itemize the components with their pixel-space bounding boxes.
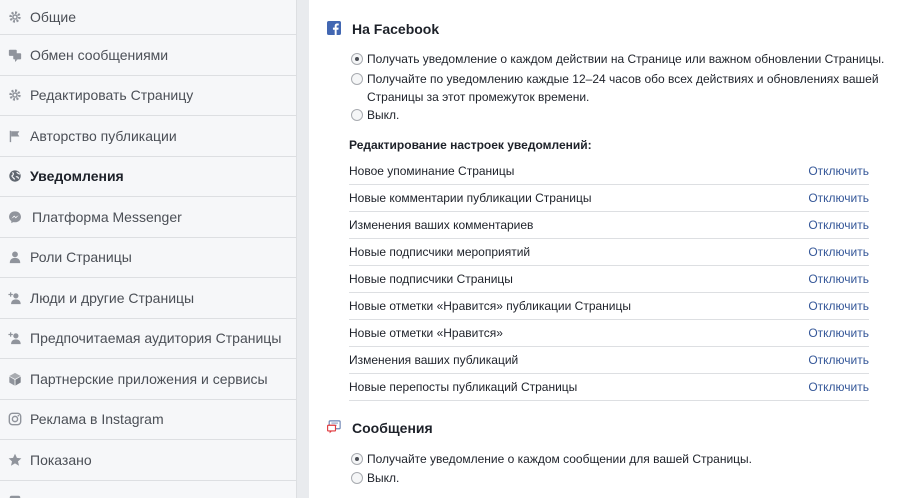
setting-row-comment-edits: Изменения ваших комментариев Отключить: [349, 212, 869, 239]
setting-row-event-followers: Новые подписчики мероприятий Отключить: [349, 239, 869, 266]
sidebar-item-label: Общие: [30, 9, 77, 25]
radio-button[interactable]: [351, 53, 363, 65]
person-add-icon: [8, 331, 22, 345]
radio-button[interactable]: [351, 453, 363, 465]
gear-icon: [8, 88, 22, 102]
globe-icon: [8, 169, 22, 183]
messages-section-title: Сообщения: [327, 420, 433, 436]
setting-row-post-likes: Новые отметки «Нравится» публикации Стра…: [349, 293, 869, 320]
person-icon: [8, 250, 22, 264]
setting-label: Изменения ваших публикаций: [349, 353, 519, 367]
messages-option-every-message[interactable]: Получайте уведомление о каждом сообщении…: [351, 450, 752, 468]
sidebar-item-label: Показано: [30, 451, 92, 468]
notifications-panel: На Facebook Получать уведомление о каждо…: [309, 0, 918, 498]
sidebar-item-label: Редактировать Страницу: [30, 87, 194, 104]
radio-button[interactable]: [351, 73, 363, 85]
setting-label: Новое упоминание Страницы: [349, 164, 515, 178]
setting-row-post-edits: Изменения ваших публикаций Отключить: [349, 347, 869, 374]
setting-label: Новые комментарии публикации Страницы: [349, 191, 592, 205]
facebook-icon: [327, 21, 341, 35]
notification-settings-list: Новое упоминание Страницы Отключить Новы…: [349, 158, 869, 401]
facebook-option-digest[interactable]: Получайте по уведомлению каждые 12–24 ча…: [351, 70, 907, 106]
cropped-icon: [8, 494, 22, 498]
sidebar-item-label: Партнерские приложения и сервисы: [30, 370, 268, 387]
facebook-section-title: На Facebook: [327, 21, 440, 37]
disable-link[interactable]: Отключить: [808, 218, 869, 232]
sidebar-item-label: Роли Страницы: [30, 249, 132, 266]
setting-label: Новые перепосты публикаций Страницы: [349, 380, 578, 394]
radio-label: Получайте по уведомлению каждые 12–24 ча…: [367, 72, 879, 104]
sidebar-item-label: Реклама в Instagram: [30, 411, 164, 428]
radio-label: Выкл.: [367, 108, 400, 122]
disable-link[interactable]: Отключить: [808, 299, 869, 313]
radio-label: Получать уведомление о каждом действии н…: [367, 52, 885, 66]
facebook-option-off[interactable]: Выкл.: [351, 106, 399, 124]
radio-button[interactable]: [351, 472, 363, 484]
setting-label: Новые отметки «Нравится»: [349, 326, 503, 340]
setting-row-page-mention: Новое упоминание Страницы Отключить: [349, 158, 869, 185]
sidebar-item-label: Люди и другие Страницы: [30, 289, 195, 306]
sidebar-item-preferred-audience[interactable]: Предпочитаемая аудитория Страницы: [0, 319, 296, 359]
section-title-text: Сообщения: [352, 420, 433, 436]
sidebar-item-label: Уведомления: [30, 168, 124, 185]
person-add-icon: [8, 291, 22, 305]
radio-label: Выкл.: [367, 471, 400, 485]
star-icon: [8, 453, 22, 467]
messenger-icon: [8, 210, 22, 224]
settings-heading: Редактирование настроек уведомлений:: [349, 138, 592, 152]
sidebar-item-messenger-platform[interactable]: Платформа Messenger: [0, 197, 296, 238]
setting-row-page-followers: Новые подписчики Страницы Отключить: [349, 266, 869, 293]
setting-label: Новые отметки «Нравится» публикации Стра…: [349, 299, 632, 313]
disable-link[interactable]: Отключить: [808, 164, 869, 178]
chat-icon: [8, 48, 22, 62]
sidebar-item-general[interactable]: Общие: [0, 0, 296, 35]
flag-icon: [8, 129, 22, 143]
cube-icon: [8, 372, 22, 386]
sidebar-item-partial[interactable]: [0, 481, 296, 498]
instagram-icon: [8, 412, 22, 426]
facebook-option-every-action[interactable]: Получать уведомление о каждом действии н…: [351, 50, 884, 68]
gear-icon: [8, 10, 22, 24]
radio-button[interactable]: [351, 109, 363, 121]
section-title-text: На Facebook: [352, 21, 440, 37]
sidebar-item-people-and-pages[interactable]: Люди и другие Страницы: [0, 278, 296, 319]
sidebar-item-label: Авторство публикации: [30, 127, 177, 144]
disable-link[interactable]: Отключить: [808, 380, 869, 394]
sidebar-item-label: Предпочитаемая аудитория Страницы: [30, 330, 282, 347]
disable-link[interactable]: Отключить: [808, 326, 869, 340]
sidebar-item-edit-page[interactable]: Редактировать Страницу: [0, 76, 296, 116]
messages-icon: [327, 420, 341, 434]
disable-link[interactable]: Отключить: [808, 191, 869, 205]
sidebar-item-page-roles[interactable]: Роли Страницы: [0, 238, 296, 278]
sidebar-item-partner-apps[interactable]: Партнерские приложения и сервисы: [0, 359, 296, 400]
sidebar-item-messaging[interactable]: Обмен сообщениями: [0, 35, 296, 76]
setting-row-post-comments: Новые комментарии публикации Страницы От…: [349, 185, 869, 212]
sidebar-item-label: Платформа Messenger: [32, 208, 182, 225]
sidebar-item-label: Обмен сообщениями: [30, 46, 169, 63]
sidebar-item-notifications[interactable]: Уведомления: [0, 157, 296, 197]
disable-link[interactable]: Отключить: [808, 272, 869, 286]
setting-label: Изменения ваших комментариев: [349, 218, 534, 232]
setting-row-post-shares: Новые перепосты публикаций Страницы Откл…: [349, 374, 869, 401]
setting-row-page-likes: Новые отметки «Нравится» Отключить: [349, 320, 869, 347]
sidebar-item-featured[interactable]: Показано: [0, 440, 296, 481]
disable-link[interactable]: Отключить: [808, 245, 869, 259]
sidebar-item-post-attribution[interactable]: Авторство публикации: [0, 116, 296, 157]
radio-label: Получайте уведомление о каждом сообщении…: [367, 452, 753, 466]
setting-label: Новые подписчики Страницы: [349, 272, 513, 286]
settings-sidebar: Общие Обмен сообщениями Редактировать Ст…: [0, 0, 297, 498]
setting-label: Новые подписчики мероприятий: [349, 245, 531, 259]
sidebar-item-instagram-ads[interactable]: Реклама в Instagram: [0, 400, 296, 440]
disable-link[interactable]: Отключить: [808, 353, 869, 367]
messages-option-off[interactable]: Выкл.: [351, 469, 399, 487]
